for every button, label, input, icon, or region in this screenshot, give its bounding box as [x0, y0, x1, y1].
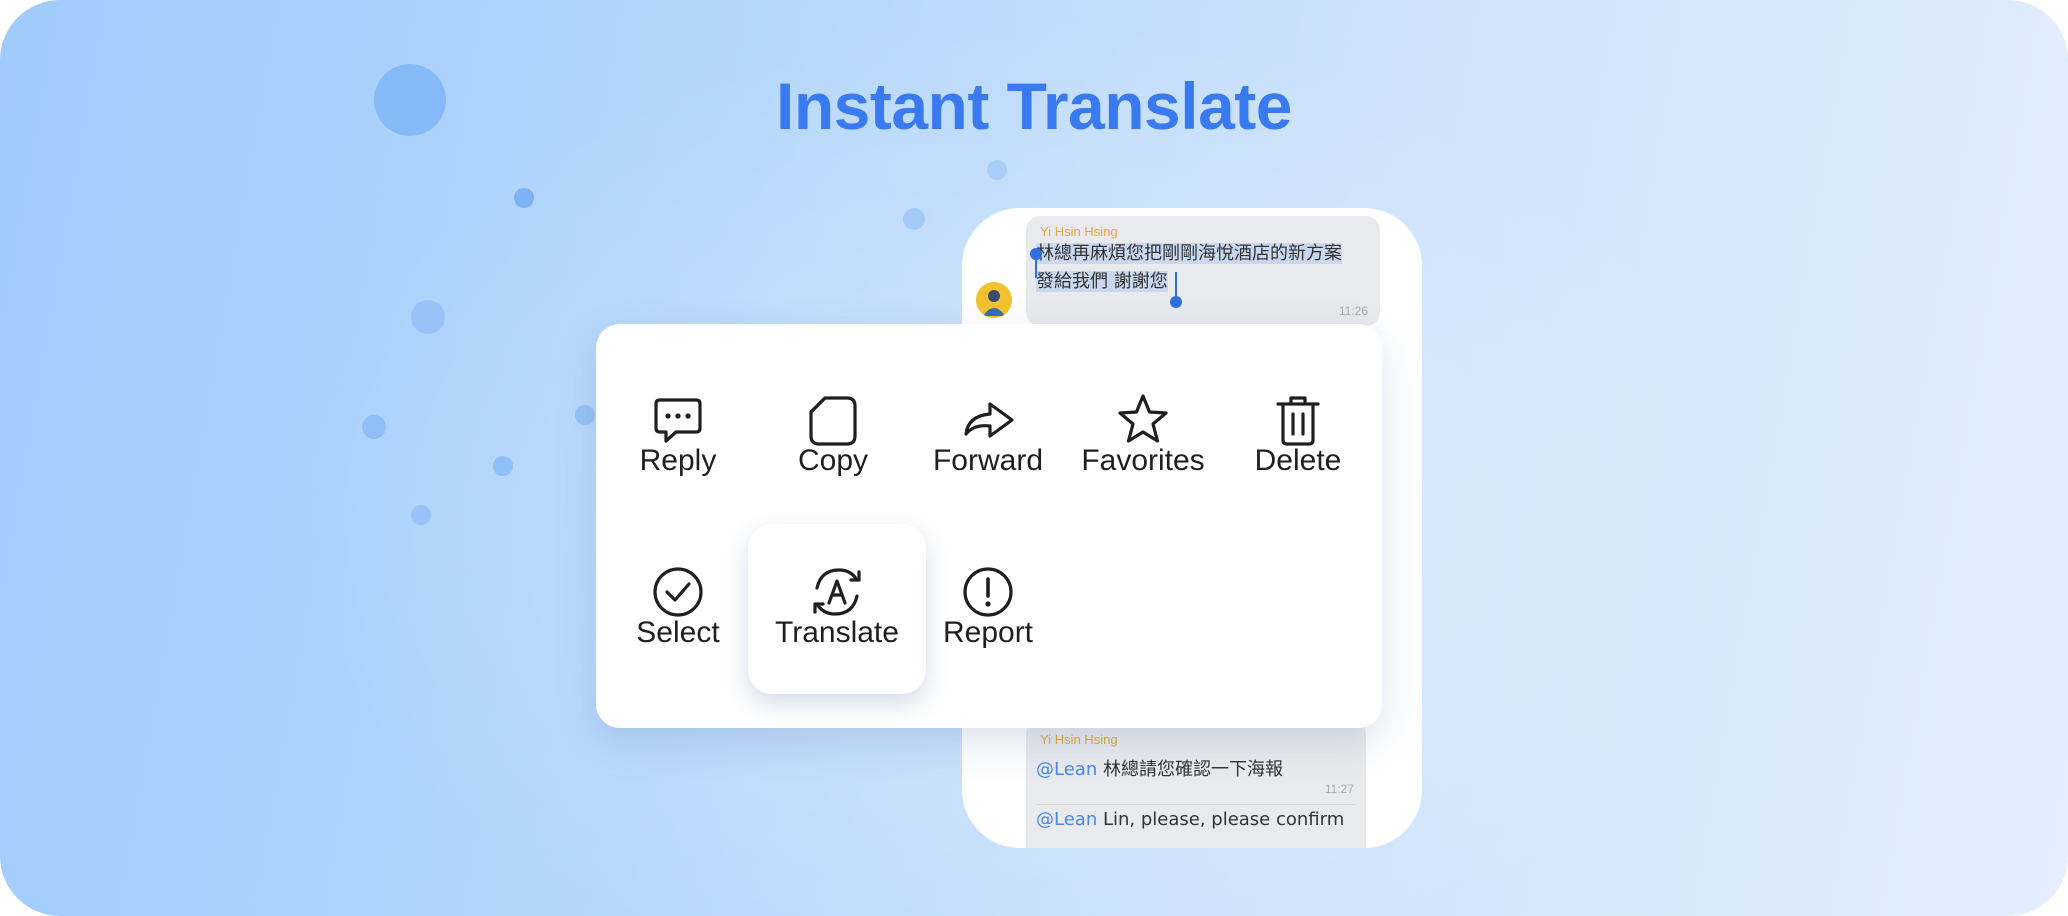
menu-item-select[interactable]: Select	[600, 522, 756, 672]
message-text: @Lean 林總請您確認一下海報	[1036, 756, 1283, 784]
menu-item-copy[interactable]: Copy	[755, 350, 911, 500]
exclamation-circle-icon	[963, 567, 1013, 617]
mention[interactable]: @Lean	[1036, 759, 1097, 780]
translate-icon	[813, 568, 861, 616]
menu-item-reply[interactable]: Reply	[600, 350, 756, 500]
decor-dot	[362, 415, 386, 439]
message-time: 11:27	[1324, 782, 1354, 796]
decor-dot	[493, 456, 513, 476]
menu-item-label: Select	[636, 616, 720, 649]
menu-item-forward[interactable]: Forward	[910, 350, 1066, 500]
menu-item-label: Forward	[932, 444, 1044, 477]
menu-item-delete[interactable]: Delete	[1220, 350, 1376, 500]
message-bubble[interactable]: Yi Hsin Hsing 林總再麻煩您把剛剛海悅酒店的新方案 發給我們 謝謝您…	[1026, 216, 1380, 326]
message-body: 林總請您確認一下海報	[1102, 759, 1283, 780]
message-sender: Yi Hsin Hsing	[1040, 224, 1118, 239]
message-sender: Yi Hsin Hsing	[1040, 732, 1118, 747]
reply-chat-bubble-icon	[654, 398, 702, 443]
menu-item-label: Favorites	[1081, 444, 1205, 477]
translation-body: Lin, please, please confirm	[1102, 809, 1345, 830]
selected-text: 發給我們 謝謝您	[1036, 271, 1168, 292]
copy-document-icon	[809, 396, 857, 446]
selection-start-caret	[1035, 254, 1037, 278]
decor-dot	[987, 160, 1007, 180]
star-icon	[1118, 394, 1168, 443]
avatar[interactable]	[976, 282, 1012, 318]
decor-dot	[411, 505, 431, 525]
promo-banner: Instant Translate Yi Hsin Hsing 林總再麻煩您把剛…	[0, 0, 2068, 916]
menu-item-favorites[interactable]: Favorites	[1065, 350, 1221, 500]
message-time: 11:26	[1338, 304, 1368, 318]
decor-dot	[575, 405, 595, 425]
message-text-line-1: 林總再麻煩您把剛剛海悅酒店的新方案	[1036, 240, 1342, 268]
decor-dot	[903, 208, 925, 230]
menu-item-label: Reply	[639, 444, 717, 477]
decor-dot	[411, 300, 445, 334]
menu-item-label: Delete	[1254, 444, 1342, 477]
message-bubble[interactable]: Yi Hsin Hsing @Lean 林總請您確認一下海報 11:27 @Le…	[1026, 720, 1366, 848]
mention[interactable]: @Lean	[1036, 809, 1097, 830]
translated-text: @Lean Lin, please, please confirm	[1036, 806, 1344, 834]
selection-end-caret	[1175, 272, 1177, 298]
forward-arrow-icon	[964, 402, 1014, 438]
decor-dot	[514, 188, 534, 208]
message-text-line-2: 發給我們 謝謝您	[1036, 268, 1168, 296]
translation-divider	[1036, 804, 1356, 805]
selected-text: 林總再麻煩您把剛剛海悅酒店的新方案	[1036, 243, 1342, 264]
menu-item-label: Copy	[797, 444, 869, 477]
menu-item-translate[interactable]: Translate	[759, 522, 915, 672]
menu-item-report[interactable]: Report	[910, 522, 1066, 672]
menu-item-label: Report	[942, 616, 1034, 649]
trash-icon	[1276, 396, 1320, 446]
checkmark-circle-icon	[653, 567, 703, 617]
menu-item-label: Translate	[775, 616, 899, 649]
page-title: Instant Translate	[776, 69, 1293, 143]
selection-end-handle[interactable]	[1170, 296, 1182, 308]
